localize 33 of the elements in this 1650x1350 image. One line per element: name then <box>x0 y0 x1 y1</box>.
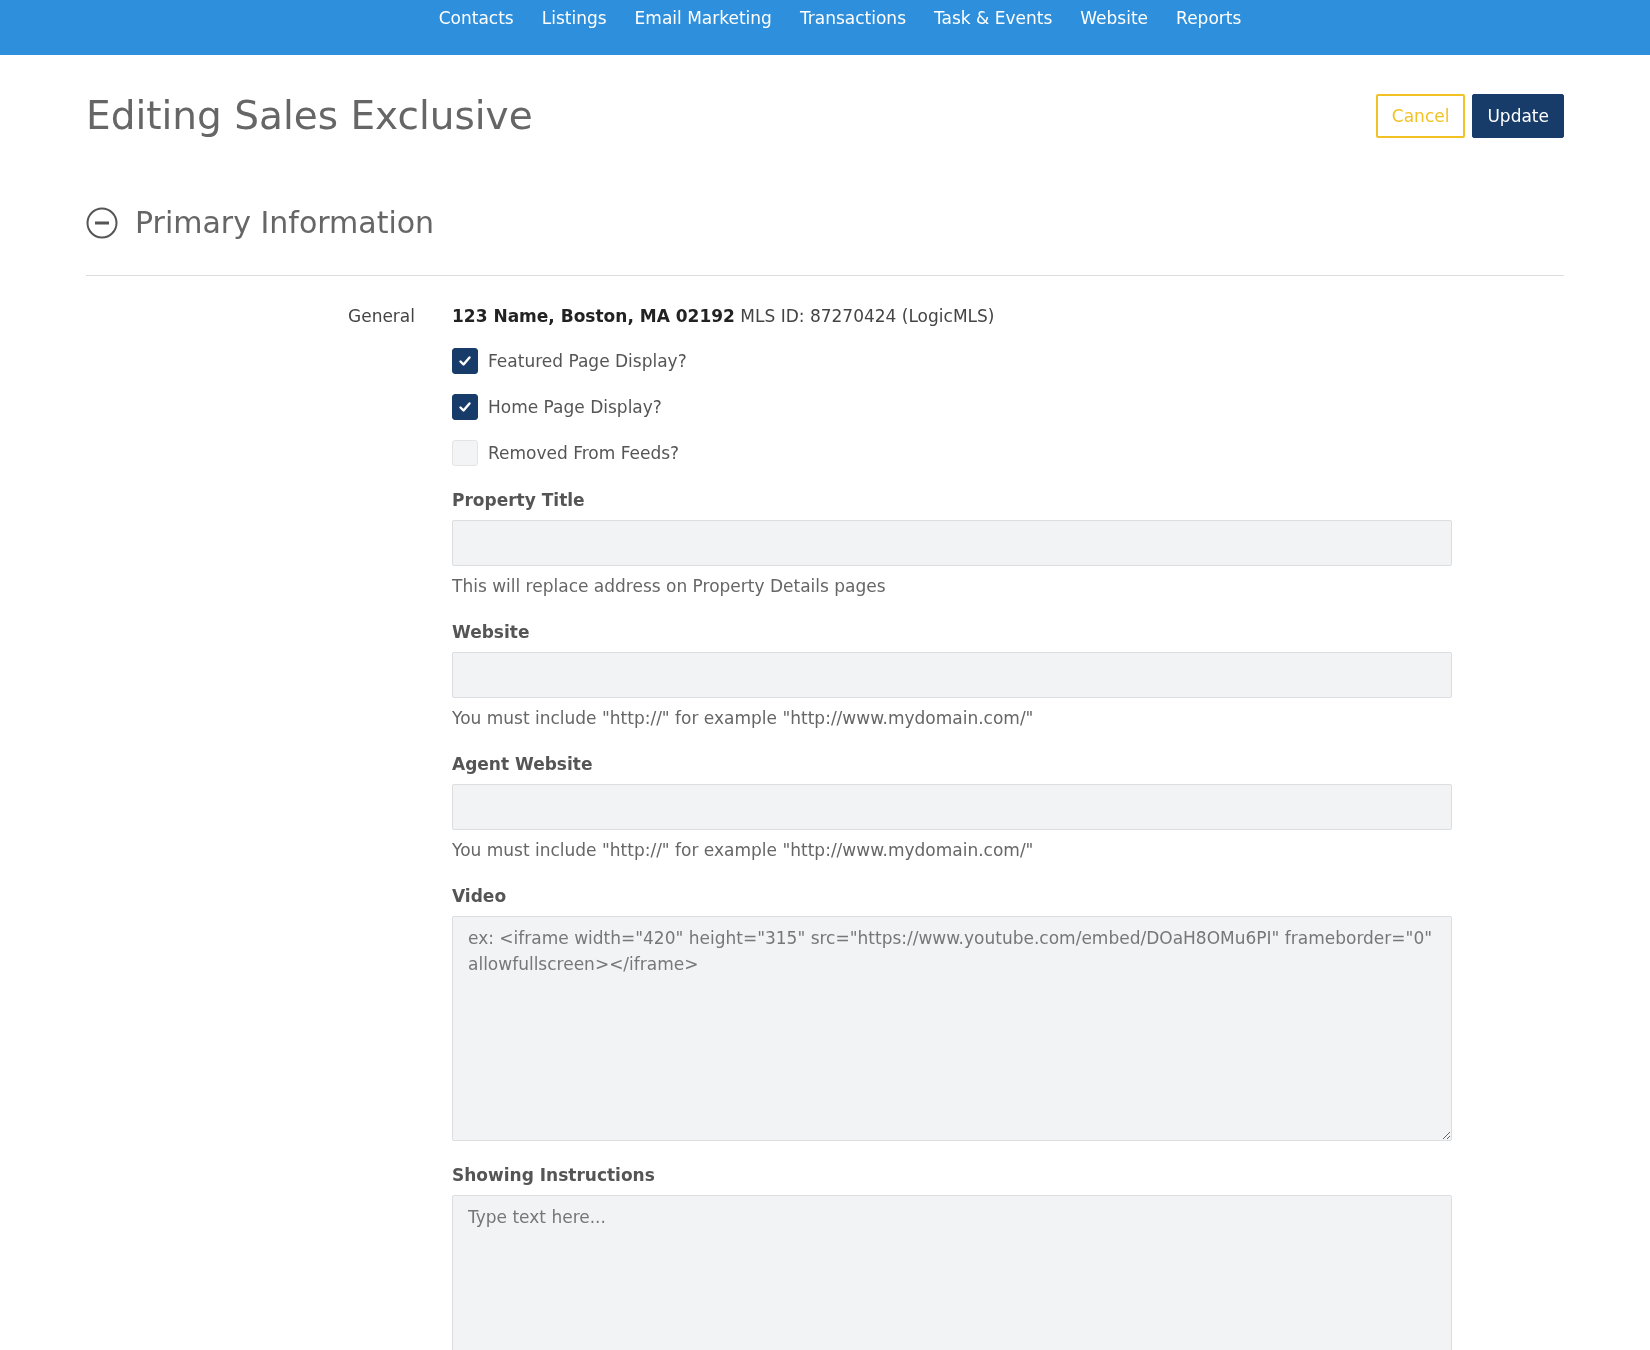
field-label: Video <box>452 885 508 908</box>
nav-link[interactable]: Website <box>1080 7 1149 29</box>
field-label: Property Title <box>452 489 586 512</box>
checkbox[interactable] <box>452 348 478 374</box>
collapse-icon[interactable] <box>86 207 118 239</box>
help-text: You must include "http://" for example "http://www.mydomain.com/" <box>452 707 1035 730</box>
input-field[interactable] <box>452 784 1452 830</box>
update-button[interactable]: Update <box>1472 94 1564 138</box>
nav-link[interactable]: Transactions <box>799 7 906 29</box>
input-field[interactable] <box>452 652 1452 698</box>
help-text: This will replace address on Property Details pages <box>452 575 887 598</box>
check-icon <box>457 353 473 369</box>
field-label: Website <box>452 621 531 644</box>
check-icon <box>457 399 473 415</box>
input-field[interactable] <box>452 520 1452 566</box>
checkbox-label: Home Page Display? <box>488 396 662 419</box>
nav-link[interactable]: Email Marketing <box>634 7 772 29</box>
text-area[interactable]: ex: <iframe width="420" height="315" src="https://www.youtube.com/embed/DOaH8OMu6PI" frameborder="0" allowfullscreen></iframe> <box>452 916 1452 1141</box>
nav-link[interactable]: Reports <box>1176 7 1242 29</box>
nav-link[interactable]: Task & Events <box>934 7 1053 29</box>
nav-link[interactable]: Listings <box>541 7 607 29</box>
row-label: General <box>347 305 415 328</box>
listing-summary: 123 Name, Boston, MA 02192 MLS ID: 87270424 (LogicMLS) <box>452 305 996 328</box>
section-title: Primary Information <box>135 204 435 242</box>
checkbox-label: Featured Page Display? <box>488 350 687 373</box>
page-title: Editing Sales Exclusive <box>86 92 533 140</box>
checkbox[interactable] <box>452 394 478 420</box>
nav-link[interactable]: Contacts <box>438 7 514 29</box>
field-label: Showing Instructions <box>452 1164 656 1187</box>
text-area[interactable]: Type text here... <box>452 1195 1452 1350</box>
checkbox-label: Removed From Feeds? <box>488 442 680 465</box>
field-label: Agent Website <box>452 753 594 776</box>
help-text: You must include "http://" for example "http://www.mydomain.com/" <box>452 839 1035 862</box>
